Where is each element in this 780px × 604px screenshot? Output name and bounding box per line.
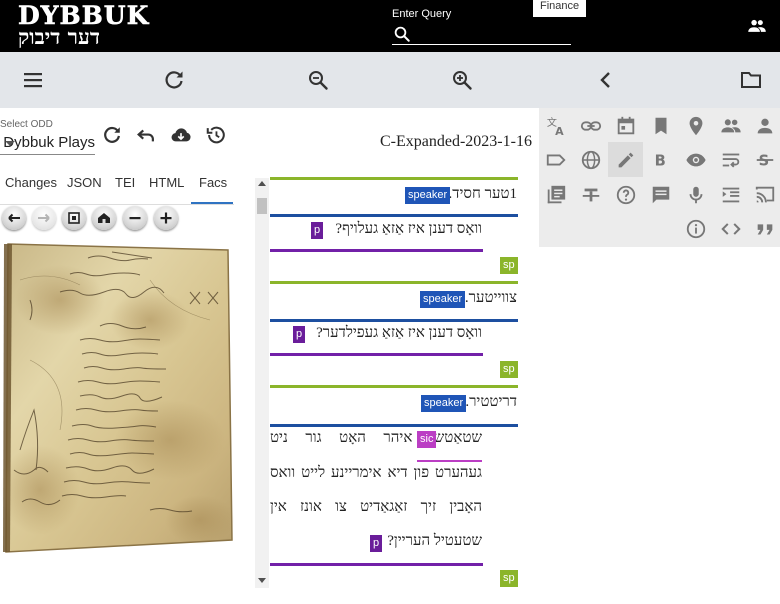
bold-icon[interactable]: B [650,149,672,171]
p-rule [270,249,483,252]
odd-select-value: Dybbuk Plays [3,134,95,151]
tabs-divider [0,204,234,205]
scrollbar-thumb[interactable] [257,198,267,214]
paragraph-text: וואָס דענן איז אַזאַ געפילדער? [316,325,482,341]
tab-facs[interactable]: Facs [199,175,227,190]
people-icon[interactable] [720,115,742,137]
p-rule [270,563,483,566]
person-icon[interactable] [754,115,776,137]
speaker-rule [270,319,518,322]
dropdown-caret-icon[interactable] [5,141,15,146]
svg-text:A: A [555,125,564,137]
refresh-icon[interactable] [162,68,186,92]
p-tag: p [370,535,383,552]
strikethrough-icon[interactable]: S [754,149,776,171]
scroll-down-arrow-icon[interactable] [258,578,266,583]
history-icon[interactable] [205,124,227,150]
finance-chip[interactable]: Finance [533,0,587,17]
document-title: C-Expanded-2023-1-16 [380,133,532,150]
viewer-home-button[interactable] [92,206,116,230]
tab-tei[interactable]: TEI [115,175,135,190]
cast-icon[interactable] [754,184,776,206]
paragraph-line: האָבין זיך זאַגאַדיט צו אונז אין [270,499,482,515]
paragraph-line: געהערט פון דיא אימריינע לייט וואס [270,465,482,481]
speaker-tag: speaker [405,187,451,204]
code-icon[interactable] [720,218,742,240]
sp-rule [270,281,518,284]
undo-icon[interactable] [135,124,157,150]
sp-tag: sp [500,361,518,378]
speaker-tag: speaker [421,395,467,412]
speaker-text: צווייטער. [464,290,517,306]
paragraph-line: שטעטיל העריין? [387,533,482,549]
globe-icon[interactable] [580,149,602,171]
query-label: Enter Query [392,8,452,20]
tab-changes[interactable]: Changes [5,175,57,190]
search-icon[interactable] [393,25,411,43]
calendar-icon[interactable] [615,115,637,137]
zoom-in-icon[interactable] [450,68,474,92]
library-books-icon[interactable] [545,184,567,206]
wrap-text-icon[interactable] [720,149,742,171]
document-scrollbar[interactable] [255,178,269,588]
scroll-up-arrow-icon[interactable] [258,181,266,186]
paragraph-line: שטאַטש. איהר האָט גור ניט [270,430,482,446]
reload-odd-icon[interactable] [101,124,123,150]
folder-icon[interactable] [739,68,763,92]
main-toolbar [0,52,780,108]
place-icon[interactable] [685,115,707,137]
p-tag: p [293,326,306,343]
bookmark-icon[interactable] [650,115,672,137]
sp-tag: sp [500,257,518,274]
paragraph-text: וואָס דענן איז אַזאַ געלויף? [335,221,482,237]
menu-icon[interactable] [21,68,45,92]
svg-text:S: S [759,153,770,170]
comment-icon[interactable] [650,184,672,206]
sic-rule [417,460,482,462]
people-icon[interactable] [746,16,768,36]
dybbuk-logo[interactable]: DYBBUK דער דיבוק [18,3,160,50]
help-icon[interactable] [615,184,637,206]
edit-pencil-icon[interactable] [615,149,637,171]
info-icon[interactable] [685,218,707,240]
cloud-download-icon[interactable] [170,124,192,150]
sic-tag: sic [417,431,437,448]
strikeout-line-icon[interactable] [580,184,602,206]
format-indent-icon[interactable] [720,184,742,206]
translate-icon[interactable]: 文A [545,115,567,138]
active-tab-indicator [191,202,233,204]
sp-rule [270,385,518,388]
p-rule [270,353,483,356]
p-tag: p [311,222,324,239]
speaker-tag: speaker [420,291,466,308]
tab-json[interactable]: JSON [67,175,102,190]
viewer-zoom-in-button[interactable] [154,206,178,230]
viewer-fullpage-button[interactable] [62,206,86,230]
microphone-icon[interactable] [685,184,707,206]
viewer-next-button[interactable] [32,206,56,230]
query-input[interactable] [392,44,571,45]
link-icon[interactable] [580,115,602,137]
tab-html[interactable]: HTML [149,175,184,190]
facsimile-image[interactable] [0,240,234,554]
speaker-text: דריטטיר. [465,394,517,410]
speaker-rule [270,214,518,217]
viewer-previous-button[interactable] [2,206,26,230]
sp-tag: sp [500,570,518,587]
zoom-out-icon[interactable] [306,68,330,92]
chevron-left-icon[interactable] [594,68,618,92]
speaker-text: 1טער חסיד. [448,186,517,202]
sp-rule [270,177,518,180]
speaker-rule [270,424,518,427]
logo-hebrew-text: דער דיבוק [18,24,100,49]
eye-icon[interactable] [685,149,707,171]
svg-text:B: B [655,153,666,170]
odd-select-label: Select ODD [0,119,53,130]
label-icon[interactable] [545,149,567,171]
viewer-zoom-out-button[interactable] [123,206,147,230]
quote-icon[interactable] [754,218,776,240]
